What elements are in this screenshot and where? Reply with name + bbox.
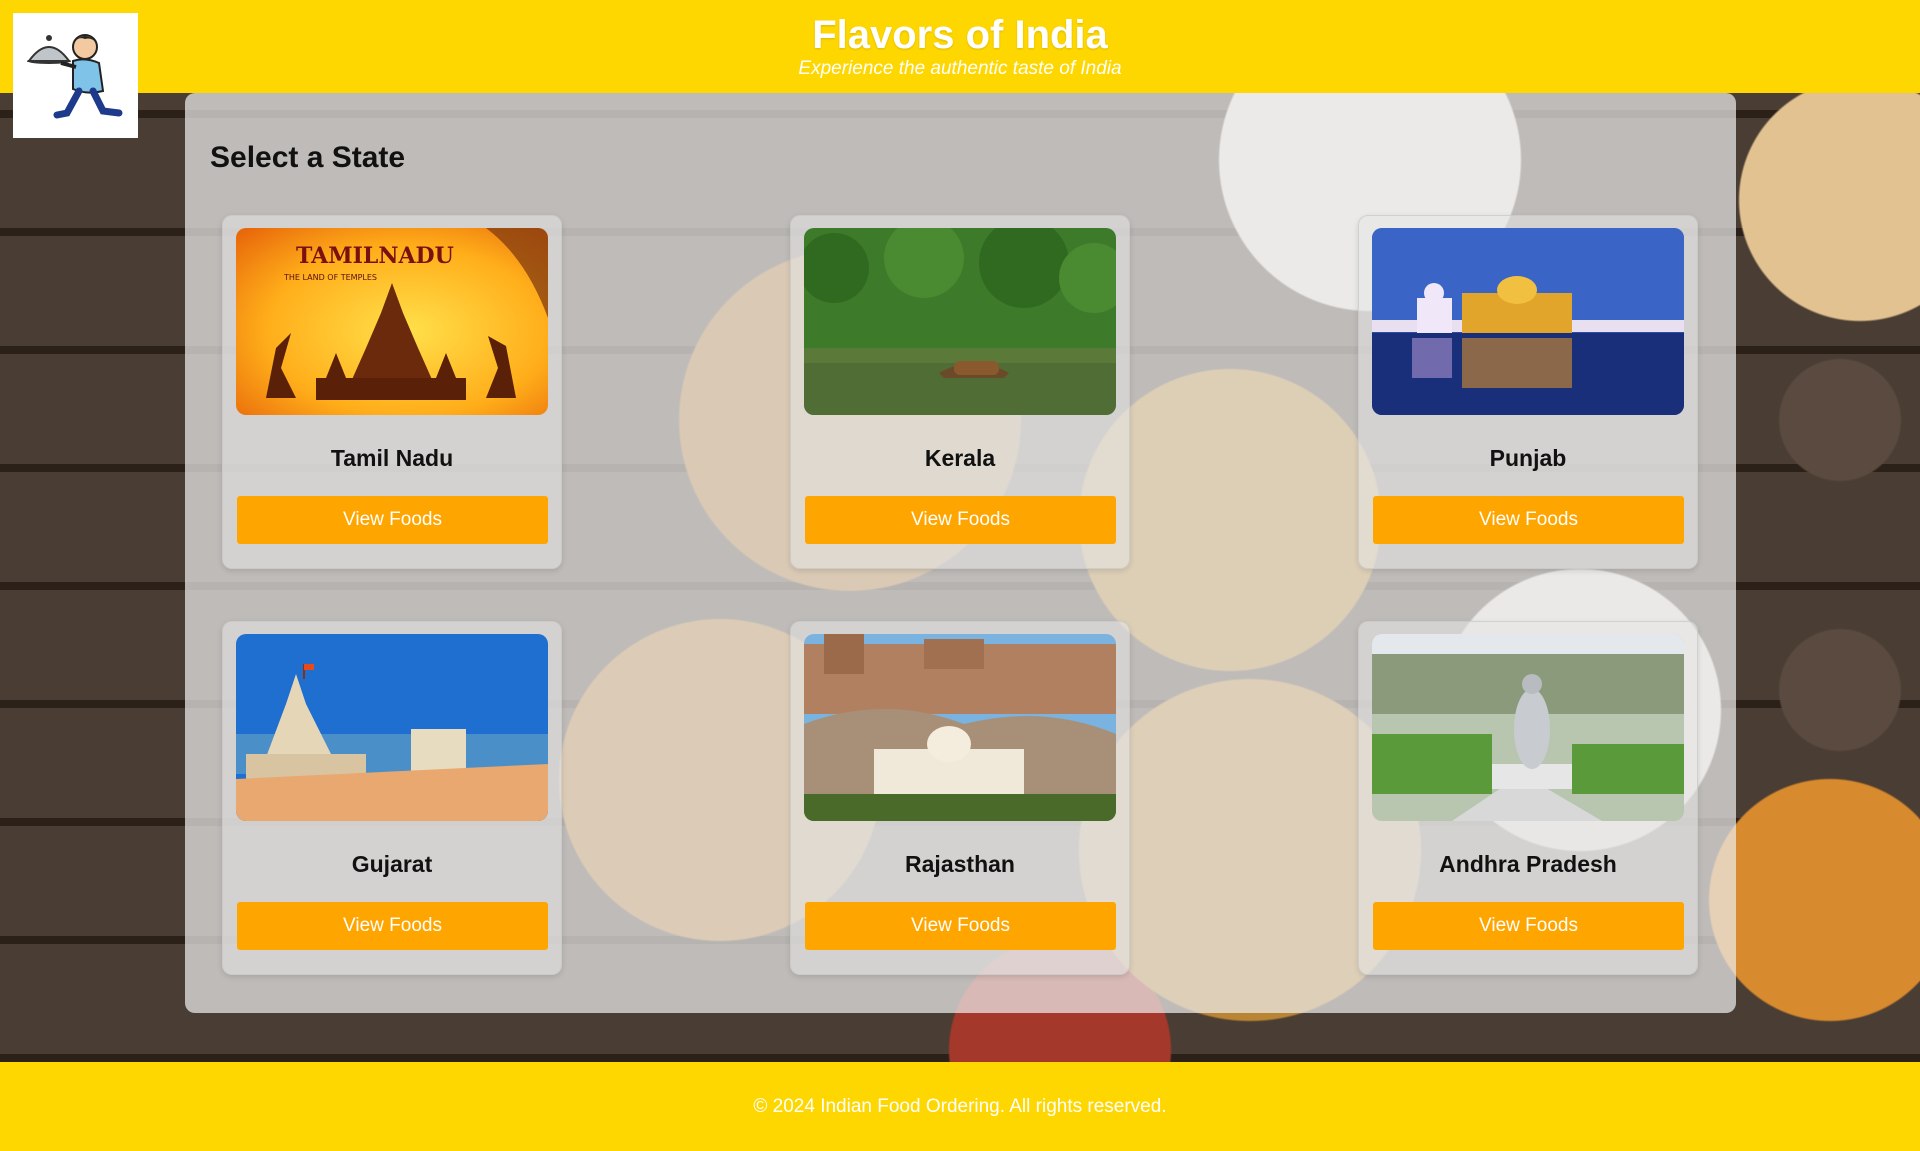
state-name: Kerala bbox=[924, 445, 996, 471]
section-heading: Select a State bbox=[210, 141, 406, 174]
site-footer: © 2024 Indian Food Ordering. All rights … bbox=[0, 1062, 1920, 1151]
tamil-nadu-image-title: TAMILNADU bbox=[296, 243, 454, 269]
view-foods-button-punjab[interactable]: View Foods bbox=[1373, 496, 1684, 544]
state-name: Andhra Pradesh bbox=[1439, 851, 1617, 877]
gujarat-image bbox=[236, 634, 548, 821]
view-foods-button-kerala[interactable]: View Foods bbox=[805, 496, 1116, 544]
state-card-gujarat: Gujarat View Foods bbox=[222, 621, 562, 975]
state-name: Tamil Nadu bbox=[330, 445, 454, 471]
kerala-image bbox=[804, 228, 1116, 415]
site-title: Flavors of India bbox=[812, 13, 1108, 57]
rajasthan-image bbox=[804, 634, 1116, 821]
tamil-nadu-image-subtitle: THE LAND OF TEMPLES bbox=[283, 273, 377, 282]
state-card-andhra-pradesh: Andhra Pradesh View Foods bbox=[1358, 621, 1698, 975]
view-foods-button-gujarat[interactable]: View Foods bbox=[237, 902, 548, 950]
view-foods-button-andhra-pradesh[interactable]: View Foods bbox=[1373, 902, 1684, 950]
view-foods-button-tamil-nadu[interactable]: View Foods bbox=[237, 496, 548, 544]
state-card-kerala: Kerala View Foods bbox=[790, 215, 1130, 569]
site-header: Flavors of India Experience the authenti… bbox=[0, 0, 1920, 93]
andhra-pradesh-image bbox=[1372, 634, 1684, 821]
state-name: Rajasthan bbox=[905, 851, 1015, 877]
state-card-punjab: Punjab View Foods bbox=[1358, 215, 1698, 569]
tamil-nadu-image: TAMILNADU THE LAND OF TEMPLES bbox=[236, 228, 548, 415]
site-subtitle: Experience the authentic taste of India bbox=[798, 58, 1122, 79]
state-card-rajasthan: Rajasthan View Foods bbox=[790, 621, 1130, 975]
state-name: Gujarat bbox=[351, 851, 433, 877]
state-name: Punjab bbox=[1489, 445, 1567, 471]
state-card-tamil-nadu: TAMILNADU THE LAND OF TEMPLES Tamil Nadu… bbox=[222, 215, 562, 569]
state-selection-panel: Select a State TAMILNADU THE LAND OF TEM… bbox=[185, 93, 1736, 1013]
punjab-image bbox=[1372, 228, 1684, 415]
view-foods-button-rajasthan[interactable]: View Foods bbox=[805, 902, 1116, 950]
waiter-with-cloche-icon[interactable] bbox=[13, 13, 138, 138]
copyright-text: © 2024 Indian Food Ordering. All rights … bbox=[753, 1096, 1167, 1117]
